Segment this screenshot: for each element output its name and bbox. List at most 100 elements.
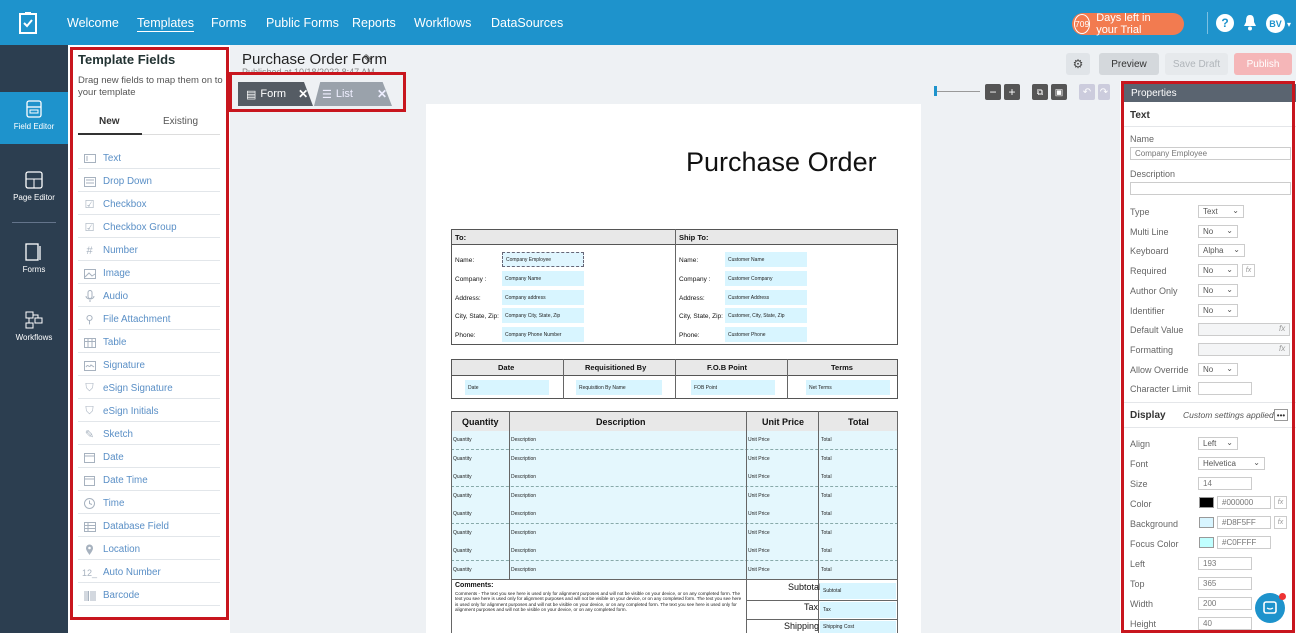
- close-icon[interactable]: ✕: [298, 87, 308, 101]
- nav-datasources[interactable]: DataSources: [491, 0, 563, 45]
- to-company-field[interactable]: Company Name: [502, 271, 584, 286]
- description-cell[interactable]: Description: [511, 511, 536, 517]
- required-select[interactable]: No ⌄: [1198, 264, 1238, 277]
- field-item-number[interactable]: # Number: [78, 241, 220, 261]
- formula-fx-icon[interactable]: fx: [1279, 344, 1285, 353]
- field-item-audio[interactable]: Audio: [78, 287, 220, 307]
- to-address-field[interactable]: Company address: [502, 290, 584, 305]
- width-input[interactable]: 200: [1198, 597, 1252, 610]
- terms-field[interactable]: Net Terms: [806, 380, 890, 395]
- more-options-icon[interactable]: •••: [1274, 409, 1288, 421]
- avatar[interactable]: BV: [1266, 14, 1285, 33]
- rail-page-editor[interactable]: Page Editor: [0, 171, 68, 202]
- save-draft-button[interactable]: Save Draft: [1165, 53, 1228, 75]
- rail-field-editor[interactable]: Field Editor: [0, 100, 68, 131]
- quantity-cell[interactable]: Quantity: [453, 567, 472, 573]
- char-limit-input[interactable]: [1198, 382, 1252, 395]
- field-item-barcode[interactable]: Barcode: [78, 586, 220, 606]
- total-cell[interactable]: Total: [821, 493, 832, 499]
- left-input[interactable]: 193: [1198, 557, 1252, 570]
- color-input[interactable]: #000000: [1217, 496, 1271, 509]
- redo-icon[interactable]: ↷: [1098, 84, 1110, 100]
- nav-forms[interactable]: Forms: [211, 0, 246, 45]
- field-item-text[interactable]: Text: [78, 149, 220, 169]
- unit-price-cell[interactable]: Unit Price: [748, 567, 770, 573]
- keyboard-select[interactable]: Alpha ⌄: [1198, 244, 1245, 257]
- formula-fx-icon[interactable]: fx: [1274, 516, 1287, 529]
- description-cell[interactable]: Description: [511, 493, 536, 499]
- to-city-field[interactable]: Company City, State, Zip: [502, 308, 584, 323]
- ship-city-field[interactable]: Customer, City, State, Zip: [725, 308, 807, 323]
- ship-phone-field[interactable]: Customer Phone: [725, 327, 807, 342]
- comments-text[interactable]: Comments - The text you see here is used…: [455, 591, 743, 633]
- size-input[interactable]: 14: [1198, 477, 1252, 490]
- tax-field[interactable]: Tax: [820, 602, 896, 618]
- quantity-cell[interactable]: Quantity: [453, 437, 472, 443]
- description-cell[interactable]: Description: [511, 456, 536, 462]
- identifier-select[interactable]: No ⌄: [1198, 304, 1238, 317]
- to-name-field-selected[interactable]: Company Employee: [502, 252, 584, 267]
- formula-fx-icon[interactable]: fx: [1279, 324, 1285, 333]
- field-item-signature[interactable]: Signature: [78, 356, 220, 376]
- field-item-checkbox-group[interactable]: ☑ Checkbox Group: [78, 218, 220, 238]
- paste-icon[interactable]: ▣: [1051, 84, 1067, 100]
- background-input[interactable]: #D8F5FF: [1217, 516, 1271, 529]
- field-item-location[interactable]: Location: [78, 540, 220, 560]
- total-cell[interactable]: Total: [821, 437, 832, 443]
- chevron-down-icon[interactable]: ▾: [1287, 20, 1291, 29]
- quantity-cell[interactable]: Quantity: [453, 548, 472, 554]
- bell-icon[interactable]: [1243, 14, 1257, 36]
- height-input[interactable]: 40: [1198, 617, 1252, 630]
- total-cell[interactable]: Total: [821, 530, 832, 536]
- author-only-select[interactable]: No ⌄: [1198, 284, 1238, 297]
- field-item-database-field[interactable]: Database Field: [78, 517, 220, 537]
- type-select[interactable]: Text ⌄: [1198, 205, 1244, 218]
- field-item-esign-initials[interactable]: ⛉ eSign Initials: [78, 402, 220, 422]
- trial-badge[interactable]: 709 Days left in your Trial: [1072, 12, 1184, 36]
- description-cell[interactable]: Description: [511, 530, 536, 536]
- zoom-out-icon[interactable]: −: [985, 84, 1001, 100]
- close-icon[interactable]: ✕: [377, 87, 387, 101]
- nav-welcome[interactable]: Welcome: [67, 0, 119, 45]
- fob-field[interactable]: FOB Point: [691, 380, 775, 395]
- total-cell[interactable]: Total: [821, 511, 832, 517]
- ship-company-field[interactable]: Customer Company: [725, 271, 807, 286]
- field-item-table[interactable]: Table: [78, 333, 220, 353]
- zoom-slider-track[interactable]: [935, 91, 980, 92]
- tab-existing[interactable]: Existing: [163, 116, 198, 127]
- copy-icon[interactable]: ⧉: [1032, 84, 1048, 100]
- app-logo-icon[interactable]: [0, 0, 56, 45]
- nav-workflows[interactable]: Workflows: [414, 0, 471, 45]
- color-swatch[interactable]: [1199, 497, 1214, 508]
- formula-fx-icon[interactable]: fx: [1274, 496, 1287, 509]
- field-item-file-attachment[interactable]: ⚲ File Attachment: [78, 310, 220, 330]
- field-item-auto-number[interactable]: 12_ Auto Number: [78, 563, 220, 583]
- zoom-in-icon[interactable]: +: [1004, 84, 1020, 100]
- unit-price-cell[interactable]: Unit Price: [748, 548, 770, 554]
- unit-price-cell[interactable]: Unit Price: [748, 493, 770, 499]
- field-item-esign-signature[interactable]: ⛉ eSign Signature: [78, 379, 220, 399]
- field-item-time[interactable]: Time: [78, 494, 220, 514]
- total-cell[interactable]: Total: [821, 548, 832, 554]
- font-select[interactable]: Helvetica ⌄: [1198, 457, 1265, 470]
- settings-gear-icon[interactable]: ⚙: [1066, 53, 1090, 75]
- quantity-cell[interactable]: Quantity: [453, 474, 472, 480]
- quantity-cell[interactable]: Quantity: [453, 530, 472, 536]
- requisition-field[interactable]: Requisition By Name: [576, 380, 662, 395]
- tab-list[interactable]: ☰ List ✕: [314, 82, 392, 106]
- rail-workflows[interactable]: Workflows: [0, 311, 68, 342]
- quantity-cell[interactable]: Quantity: [453, 493, 472, 499]
- nav-reports[interactable]: Reports: [352, 0, 396, 45]
- multiline-select[interactable]: No ⌄: [1198, 225, 1238, 238]
- field-item-sketch[interactable]: ✎ Sketch: [78, 425, 220, 445]
- description-cell[interactable]: Description: [511, 474, 536, 480]
- shipping-field[interactable]: Shipping Cost: [820, 621, 896, 633]
- field-item-date[interactable]: Date: [78, 448, 220, 468]
- formatting-input[interactable]: [1198, 343, 1290, 356]
- description-cell[interactable]: Description: [511, 548, 536, 554]
- publish-button[interactable]: Publish: [1234, 53, 1292, 75]
- ship-address-field[interactable]: Customer Address: [725, 290, 807, 305]
- quantity-cell[interactable]: Quantity: [453, 511, 472, 517]
- tab-form[interactable]: ▤ Form ✕: [238, 82, 313, 106]
- description-cell[interactable]: Description: [511, 437, 536, 443]
